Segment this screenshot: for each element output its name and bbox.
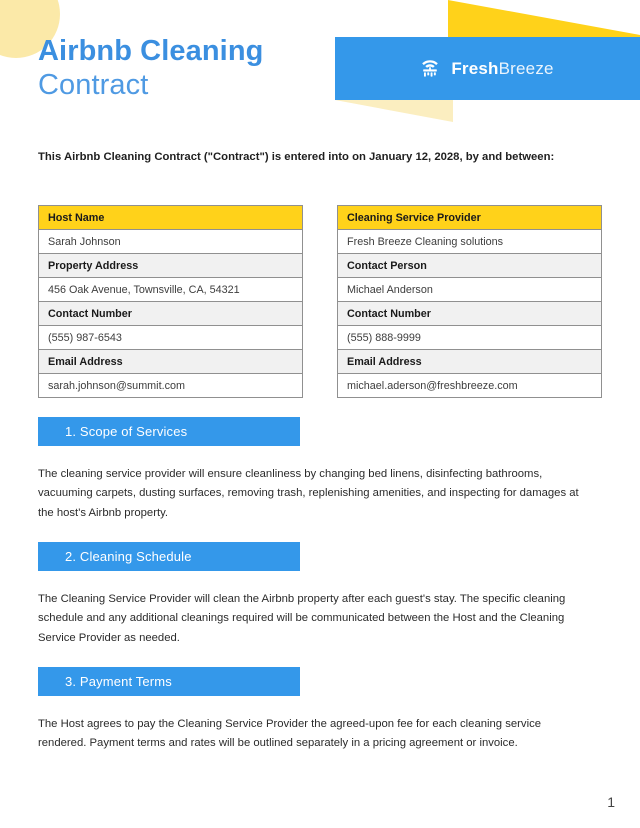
table-value-cell: (555) 888-9999: [337, 325, 602, 350]
table-row: 456 Oak Avenue, Townsville, CA, 54321: [38, 277, 303, 302]
host-info-table: Host Name Sarah Johnson Property Address 45…: [38, 205, 303, 398]
table-row: (555) 987-6543: [38, 325, 303, 350]
table-header-cell: Host Name: [38, 205, 303, 230]
document-header: Airbnb Cleaning Contract FreshBreeze: [0, 0, 640, 132]
intro-paragraph: This Airbnb Cleaning Contract ("Contract…: [38, 151, 555, 163]
section-1-heading: 1. Scope of Services: [38, 417, 300, 446]
table-header-cell: Cleaning Service Provider: [337, 205, 602, 230]
section-2-body: The Cleaning Service Provider will clean…: [38, 593, 566, 644]
section-3-body: The Host agrees to pay the Cleaning Serv…: [38, 718, 542, 750]
table-row: Cleaning Service Provider: [337, 205, 602, 230]
page-title: Airbnb Cleaning Contract: [38, 34, 263, 102]
table-value-cell: Michael Anderson: [337, 277, 602, 302]
table-row: Michael Anderson: [337, 277, 602, 302]
table-row: michael.aderson@freshbreeze.com: [337, 373, 602, 398]
table-value-cell: sarah.johnson@summit.com: [38, 373, 303, 398]
provider-info-table: Cleaning Service Provider Fresh Breeze Cl…: [337, 205, 602, 398]
table-row: Property Address: [38, 253, 303, 278]
table-label-cell: Email Address: [337, 349, 602, 374]
contract-page: Airbnb Cleaning Contract FreshBreeze Thi…: [0, 0, 640, 828]
parties-tables: Host Name Sarah Johnson Property Address 45…: [38, 205, 602, 398]
section-1: 1. Scope of Services The cleaning servic…: [38, 417, 600, 523]
table-row: Sarah Johnson: [38, 229, 303, 254]
table-value-cell: Fresh Breeze Cleaning solutions: [337, 229, 602, 254]
host-table-body: Host Name Sarah Johnson Property Address 45…: [38, 205, 303, 398]
brand-name-first: Fresh: [451, 58, 499, 78]
section-3: 3. Payment Terms The Host agrees to pay …: [38, 667, 600, 754]
table-value-cell: Sarah Johnson: [38, 229, 303, 254]
section-1-body: The cleaning service provider will ensur…: [38, 468, 579, 519]
page-title-line-1: Airbnb Cleaning: [38, 35, 264, 67]
section-2: 2. Cleaning Schedule The Cleaning Servic…: [38, 542, 600, 648]
table-row: Contact Person: [337, 253, 602, 278]
brand-name: FreshBreeze: [451, 59, 553, 79]
table-row: (555) 888-9999: [337, 325, 602, 350]
brand-name-second: Breeze: [498, 58, 554, 78]
table-row: Email Address: [38, 349, 303, 374]
table-value-cell: (555) 987-6543: [38, 325, 303, 350]
table-row: Email Address: [337, 349, 602, 374]
page-number: 1: [607, 794, 615, 810]
section-2-heading: 2. Cleaning Schedule: [38, 542, 300, 571]
provider-table-body: Cleaning Service Provider Fresh Breeze Cl…: [337, 205, 602, 398]
table-label-cell: Property Address: [38, 253, 303, 278]
table-row: Host Name: [38, 205, 303, 230]
brand-banner: FreshBreeze: [335, 37, 640, 100]
brand-lockup: FreshBreeze: [418, 57, 553, 81]
cleaning-spray-house-icon: [418, 57, 442, 81]
page-title-line-2: Contract: [38, 69, 149, 102]
table-value-cell: 456 Oak Avenue, Townsville, CA, 54321: [38, 277, 303, 302]
table-row: sarah.johnson@summit.com: [38, 373, 303, 398]
section-3-heading: 3. Payment Terms: [38, 667, 300, 696]
table-row: Fresh Breeze Cleaning solutions: [337, 229, 602, 254]
table-row: Contact Number: [337, 301, 602, 326]
table-value-cell: michael.aderson@freshbreeze.com: [337, 373, 602, 398]
table-label-cell: Contact Number: [38, 301, 303, 326]
table-label-cell: Contact Number: [337, 301, 602, 326]
table-row: Contact Number: [38, 301, 303, 326]
table-label-cell: Contact Person: [337, 253, 602, 278]
table-label-cell: Email Address: [38, 349, 303, 374]
